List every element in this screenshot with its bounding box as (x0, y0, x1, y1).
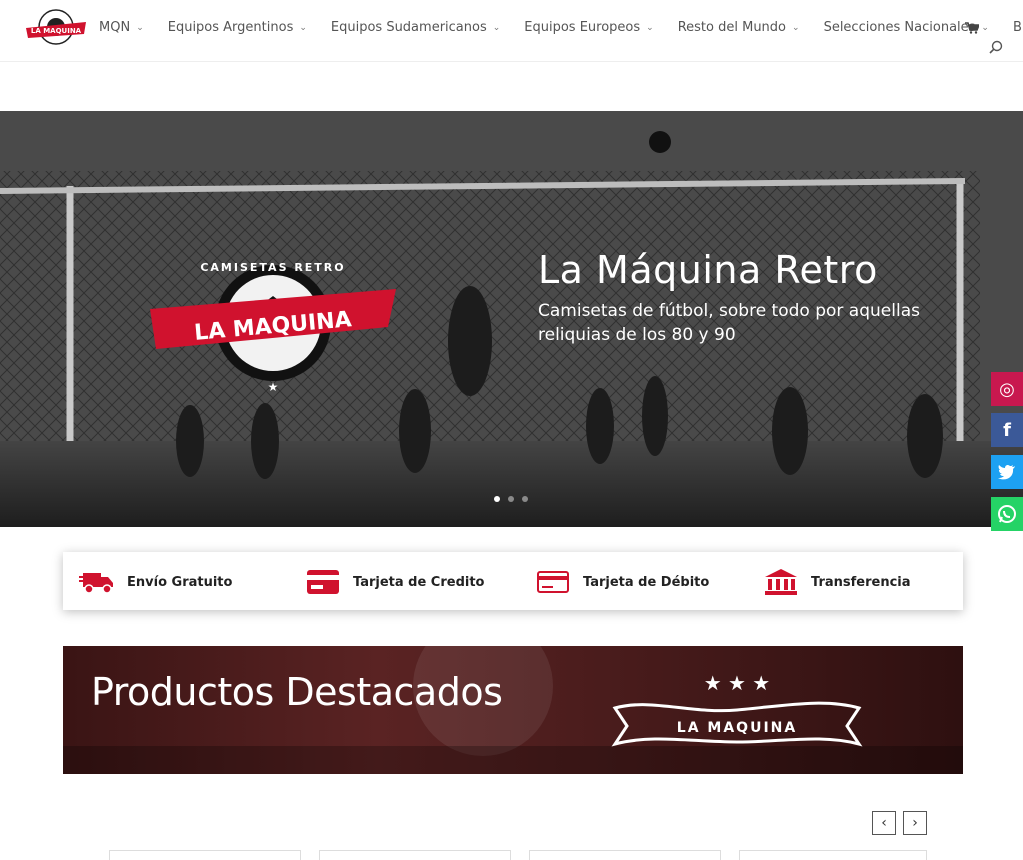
slider-dot[interactable] (522, 496, 528, 502)
featured-products-banner: Productos Destacados ★ ★ ★ LA MAQUINA (63, 646, 963, 774)
nav-item-label: Equipos Europeos (524, 20, 641, 35)
payment-features-bar: Envío Gratuito Tarjeta de Credito Tarjet… (63, 552, 963, 610)
product-card[interactable] (739, 850, 927, 860)
nav-item-equipos-sudamericanos[interactable]: Equipos Sudamericanos ⌄ (331, 20, 500, 35)
facebook-icon[interactable]: f (991, 413, 1023, 447)
feature-label: Tarjeta de Credito (353, 574, 485, 590)
chevron-down-icon: ⌄ (981, 22, 989, 33)
product-card[interactable] (109, 850, 301, 860)
hero-title: La Máquina Retro (538, 248, 878, 292)
feature-label: Transferencia (811, 574, 911, 590)
hero-subtitle: Camisetas de fútbol, sobre todo por aque… (538, 301, 920, 345)
feature-tarjeta-debito: Tarjeta de Débito (535, 566, 709, 598)
feature-transferencia: Transferencia (763, 566, 911, 598)
hero-slider[interactable]: CAMISETAS RETRO LA MAQUINA ★ La Máquina … (0, 111, 1023, 527)
main-nav: MQN ⌄ Equipos Argentinos ⌄ Equipos Sudam… (99, 20, 1023, 35)
feature-label: Envío Gratuito (127, 574, 233, 590)
carousel-prev-button[interactable]: ‹ (872, 811, 896, 835)
nav-item-label: MQN (99, 20, 131, 35)
nav-item-label: Blog (1012, 20, 1023, 35)
bank-icon (765, 569, 797, 595)
slider-dot[interactable] (508, 496, 514, 502)
twitter-icon[interactable] (991, 455, 1023, 489)
nav-item-mqn[interactable]: MQN ⌄ (99, 20, 144, 35)
nav-item-label: Selecciones Nacionales (823, 20, 976, 35)
section-title: Productos Destacados (91, 670, 503, 714)
svg-text:★: ★ (268, 380, 279, 394)
debit-card-icon (537, 571, 569, 593)
nav-item-label: Equipos Argentinos (167, 20, 294, 35)
instagram-icon[interactable]: ◎ (991, 372, 1023, 406)
twitter-bird-shape (998, 464, 1015, 480)
site-logo[interactable]: LA MAQUINA (24, 8, 88, 46)
svg-text:CAMISETAS RETRO: CAMISETAS RETRO (200, 261, 345, 274)
site-header: LA MAQUINA MQN ⌄ Equipos Argentinos ⌄ Eq… (0, 0, 1023, 62)
truck-icon (79, 573, 113, 594)
svg-text:LA MAQUINA: LA MAQUINA (31, 27, 82, 35)
credit-card-icon (307, 570, 339, 594)
whatsapp-glyph (998, 505, 1016, 523)
nav-item-equipos-argentinos[interactable]: Equipos Argentinos ⌄ (168, 20, 307, 35)
svg-text:LA MAQUINA: LA MAQUINA (677, 720, 797, 736)
nav-item-label: Resto del Mundo (677, 20, 787, 35)
whatsapp-icon[interactable] (991, 497, 1023, 531)
slider-dot[interactable] (494, 496, 500, 502)
cart-icon[interactable] (965, 22, 979, 34)
feature-tarjeta-credito: Tarjeta de Credito (305, 566, 485, 598)
product-card[interactable] (529, 850, 721, 860)
chevron-down-icon: ⌄ (792, 22, 800, 33)
nav-item-resto-del-mundo[interactable]: Resto del Mundo ⌄ (678, 20, 800, 35)
product-card[interactable] (319, 850, 511, 860)
la-maquina-banner-logo: ★ ★ ★ LA MAQUINA (611, 671, 863, 747)
nav-item-equipos-europeos[interactable]: Equipos Europeos ⌄ (524, 20, 653, 35)
la-maquina-emblem: CAMISETAS RETRO LA MAQUINA ★ (150, 261, 396, 394)
chevron-down-icon: ⌄ (299, 22, 307, 33)
svg-text:★ ★ ★: ★ ★ ★ (704, 671, 771, 695)
nav-item-blog[interactable]: Blog (1013, 20, 1023, 35)
feature-label: Tarjeta de Débito (583, 574, 710, 590)
carousel-next-button[interactable]: › (903, 811, 927, 835)
chevron-down-icon: ⌄ (492, 22, 501, 33)
chevron-down-icon: ⌄ (646, 22, 654, 33)
chevron-down-icon: ⌄ (136, 22, 144, 33)
search-icon[interactable] (989, 40, 1003, 54)
slider-dots (494, 496, 536, 502)
nav-item-label: Equipos Sudamericanos (330, 20, 487, 35)
feature-envio-gratuito: Envío Gratuito (79, 566, 232, 598)
